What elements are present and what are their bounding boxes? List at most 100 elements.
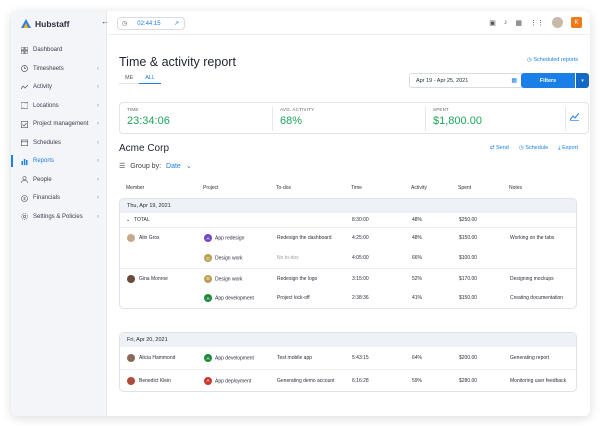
project-badge: D	[204, 274, 212, 283]
date-range-picker[interactable]: Apr 19 - Apr 25, 2021 ▦	[409, 73, 524, 88]
calendar-icon: ▦	[511, 78, 517, 84]
list-icon: ☰	[119, 163, 126, 170]
table-row[interactable]: Gina Monroe D Design work Redesign the lo…	[120, 268, 576, 288]
collapse-sidebar-icon[interactable]: ←	[101, 17, 109, 26]
send-label: Send	[495, 145, 509, 151]
group-by-value: Date	[166, 162, 181, 170]
todo-cell: Test mobile app	[277, 355, 313, 361]
col-spent: Spent	[458, 185, 472, 191]
sidebar-nav: Dashboard Timesheets ‹ Activity ‹ Locati…	[11, 41, 107, 226]
check-icon	[21, 120, 29, 128]
sidebar-item-schedules[interactable]: Schedules ‹	[11, 134, 107, 153]
chevron-left-icon: ‹	[97, 176, 99, 183]
sidebar-item-label: Dashboard	[33, 47, 63, 54]
activity-cell: 66%	[412, 255, 423, 261]
sidebar-item-label: Locations	[33, 102, 59, 109]
app-name: Hubstaff	[35, 19, 70, 29]
member-cell: Gina Monroe	[127, 274, 168, 283]
open-external-icon[interactable]: ↗	[174, 20, 179, 27]
chevron-left-icon: ‹	[97, 158, 99, 165]
tab-me[interactable]: ME	[119, 73, 140, 84]
notes-cell: Creating documentation	[510, 295, 564, 301]
timer-value: 02:44:15	[137, 20, 161, 27]
send-button[interactable]: ⇄ Send	[490, 145, 509, 152]
sidebar-item-label: Reports	[33, 158, 55, 165]
member-name: Alicia Hammond	[139, 355, 176, 361]
gear-icon	[21, 213, 28, 220]
sidebar-item-activity[interactable]: Activity ‹	[11, 78, 107, 97]
gift-icon[interactable]: ▦	[515, 19, 522, 27]
notes-cell: Generating report	[510, 355, 550, 361]
clock-icon	[21, 65, 28, 73]
schedule-button[interactable]: ◷ Schedule	[519, 145, 548, 152]
sidebar-item-settings[interactable]: Settings & Policies ‹	[11, 208, 107, 227]
activity-cell: 59%	[412, 377, 423, 384]
project-cell: A App deployment	[204, 376, 252, 385]
chevron-left-icon: ‹	[97, 213, 99, 220]
table-row[interactable]: A App development Project kick-off 2:38:3…	[120, 288, 576, 308]
total-activity: 48%	[412, 217, 423, 223]
project-badge: A	[204, 376, 212, 385]
sidebar-item-label: People	[33, 176, 52, 183]
sidebar-item-people[interactable]: People ‹	[11, 171, 107, 190]
sidebar-item-locations[interactable]: Locations ‹	[11, 97, 107, 116]
group-by-control[interactable]: ☰ Group by: Date ⌄	[119, 162, 192, 171]
scheduled-reports-link[interactable]: ◷ Scheduled reports	[527, 57, 578, 63]
tab-all[interactable]: ALL	[139, 73, 162, 84]
member-name: Benedict Klein	[139, 377, 171, 384]
apps-grid-icon[interactable]: ⋮⋮	[530, 19, 544, 27]
table-row[interactable]: Alin Gros A App redesign Redesign the das…	[120, 228, 576, 248]
chevron-down-icon: ▾	[581, 77, 584, 84]
project-name: Design work	[215, 275, 243, 282]
todo-cell: Generating demo account	[277, 377, 335, 384]
sidebar-item-timesheets[interactable]: Timesheets ‹	[11, 60, 107, 79]
logo[interactable]: Hubstaff	[21, 19, 69, 29]
summary-stats: TIME 23:34:06 AVG. ACTIVITY 68% SPENT $1…	[119, 102, 589, 134]
hubstaff-logo-icon	[21, 19, 31, 28]
user-avatar[interactable]	[552, 17, 563, 28]
filters-button[interactable]: Filters	[521, 73, 575, 88]
col-project: Project	[203, 185, 219, 191]
col-time: Time	[351, 185, 362, 191]
filters-dropdown-button[interactable]: ▾	[576, 73, 589, 88]
sidebar-item-dashboard[interactable]: Dashboard	[11, 41, 107, 60]
timer-widget[interactable]: ◷ 02:44:15 ↗	[117, 17, 185, 30]
bell-icon[interactable]: ♪	[504, 19, 508, 26]
stopwatch-icon: ◷	[122, 21, 128, 27]
chevron-down-icon: ⌄	[185, 163, 192, 170]
total-label: TOTAL	[134, 217, 150, 223]
col-notes: Notes	[509, 185, 523, 191]
table-row[interactable]: Alicia Hammond A App development Test mob…	[120, 347, 576, 369]
calendar-icon	[21, 139, 29, 147]
org-avatar[interactable]: K	[571, 17, 582, 28]
table-row[interactable]: Benedict Klein A App deployment Generatin…	[120, 369, 576, 391]
schedule-label: Schedule	[525, 145, 549, 151]
chevron-down-icon[interactable]: ⌄	[126, 217, 130, 223]
project-name: Design work	[215, 255, 243, 262]
stat-label: TIME	[127, 107, 139, 112]
table-row[interactable]: D Design work No to-dos 4:05:00 66% $100.…	[120, 248, 576, 268]
divider	[272, 107, 273, 131]
project-cell: A App development	[204, 294, 254, 302]
export-button[interactable]: ⤓ Export	[558, 145, 578, 152]
sidebar-item-financials[interactable]: $ Financials ‹	[11, 189, 107, 208]
member-cell: Alicia Hammond	[127, 354, 175, 362]
chevron-left-icon: ‹	[97, 195, 99, 202]
activity-cell: 52%	[412, 275, 423, 282]
chat-icon[interactable]: ▣	[489, 19, 496, 27]
project-badge: A	[204, 354, 212, 362]
project-name: App deployment	[215, 377, 252, 384]
stat-time: TIME 23:34:06	[127, 107, 170, 127]
total-row[interactable]: ⌄ TOTAL 8:30:00 48% $250.00	[120, 213, 576, 228]
notes-cell: Working on the tabs	[510, 235, 555, 241]
col-activity: Activity	[411, 185, 427, 191]
sidebar-item-project-management[interactable]: Project management ‹	[11, 115, 107, 134]
chevron-left-icon: ‹	[97, 121, 99, 128]
line-chart-icon[interactable]	[569, 112, 580, 123]
send-icon: ⇄	[489, 145, 495, 151]
member-cell: Benedict Klein	[127, 376, 171, 385]
scope-tabs: ME ALL	[119, 73, 162, 84]
sidebar-item-reports[interactable]: Reports ‹	[11, 152, 107, 171]
project-cell: D Design work	[204, 274, 243, 283]
spent-cell: $200.00	[459, 355, 478, 361]
